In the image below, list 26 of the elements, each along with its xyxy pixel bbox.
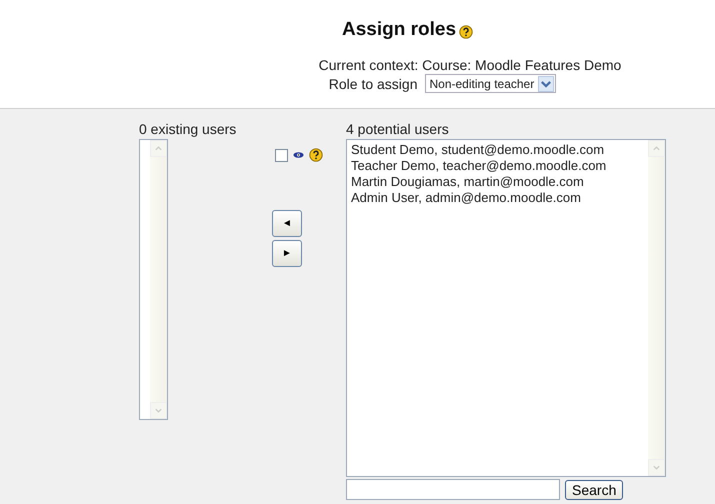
list-item[interactable]: Teacher Demo, teacher@demo.moodle.com (351, 158, 644, 174)
list-label: 0 existing users (139, 121, 238, 137)
help-icon[interactable] (309, 148, 323, 162)
scroll-down-icon[interactable] (648, 459, 665, 476)
eye-icon[interactable] (293, 151, 304, 159)
list-item[interactable]: Student Demo, student@demo.moodle.com (351, 142, 644, 158)
list-item[interactable]: Admin User, admin@demo.moodle.com (351, 190, 644, 206)
move-button[interactable]: ◄ (272, 210, 302, 237)
user-list[interactable] (139, 139, 168, 420)
list-item[interactable]: Martin Dougiamas, martin@moodle.com (351, 174, 644, 190)
scrollbar[interactable] (150, 140, 167, 419)
page-title: Assign roles (342, 19, 456, 41)
role-dropdown[interactable]: Non-editing teacher (425, 74, 556, 93)
scrollbar[interactable] (648, 140, 665, 476)
help-icon[interactable] (459, 24, 474, 38)
scroll-up-icon[interactable] (648, 140, 665, 157)
list-label: 4 potential users (346, 121, 450, 137)
role-label: Role to assign (328, 76, 418, 92)
user-list[interactable]: Student Demo, student@demo.moodle.com Teacher Demo, teacher@demo.moodle.com Martin Dougiamas, martin@moodle.com Admin User, admin@demo.moodle.com (346, 139, 666, 477)
move-button[interactable]: ► (272, 240, 302, 267)
context-text: Current context: Course: Moodle Features Demo (318, 57, 622, 73)
search-field[interactable] (346, 479, 560, 500)
search-button[interactable]: Search (565, 480, 624, 500)
scroll-down-icon[interactable] (150, 402, 167, 419)
scroll-up-icon[interactable] (150, 140, 167, 157)
checkbox[interactable] (275, 148, 288, 162)
